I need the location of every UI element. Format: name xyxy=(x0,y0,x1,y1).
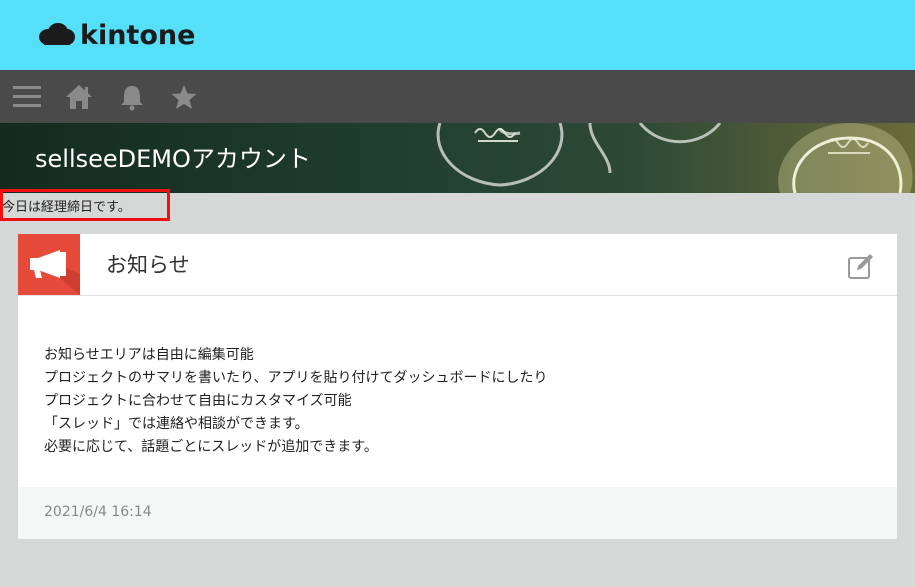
menu-button[interactable] xyxy=(10,80,44,114)
cloud-logo-icon xyxy=(39,23,75,45)
megaphone-icon xyxy=(30,250,80,295)
top-bar: kintone xyxy=(0,0,915,70)
card-body: お知らせエリアは自由に編集可能 プロジェクトのサマリを書いたり、アプリを貼り付け… xyxy=(44,344,874,459)
body-line: お知らせエリアは自由に編集可能 xyxy=(44,347,254,363)
notifications-button[interactable] xyxy=(115,80,149,114)
timestamp: 2021/6/4 16:14 xyxy=(44,504,152,520)
card-header: お知らせ xyxy=(18,234,897,296)
nav-bar xyxy=(0,70,915,123)
announcement-card: お知らせ お知らせエリアは自由に編集可能 プロジェクトのサマリを書いたり、アプリ… xyxy=(18,234,897,539)
home-button[interactable] xyxy=(62,80,96,114)
card-title: お知らせ xyxy=(106,253,190,277)
star-icon xyxy=(171,85,197,109)
card-icon-tile xyxy=(18,234,80,295)
home-icon xyxy=(66,85,92,109)
edit-icon xyxy=(848,254,873,279)
space-banner: sellseeDEMOアカウント xyxy=(0,123,915,193)
body-line: プロジェクトに合わせて自由にカスタマイズ可能 xyxy=(44,393,352,409)
edit-button[interactable] xyxy=(847,252,875,280)
logo-text: kintone xyxy=(80,19,196,51)
card-footer: 2021/6/4 16:14 xyxy=(18,487,897,539)
body-line: 必要に応じて、話題ごとにスレッドが追加できます。 xyxy=(44,439,378,455)
favorites-button[interactable] xyxy=(167,80,201,114)
space-title: sellseeDEMOアカウント xyxy=(35,145,311,173)
lightbulb-illustration xyxy=(436,123,913,193)
hamburger-icon xyxy=(13,86,41,107)
notice-highlight-box xyxy=(0,189,170,221)
body-line: 「スレッド」では連絡や相談ができます。 xyxy=(44,416,309,432)
kintone-logo[interactable]: kintone xyxy=(38,18,195,52)
body-line: プロジェクトのサマリを書いたり、アプリを貼り付けてダッシュボードにしたり xyxy=(44,370,548,386)
bell-icon xyxy=(121,86,143,111)
